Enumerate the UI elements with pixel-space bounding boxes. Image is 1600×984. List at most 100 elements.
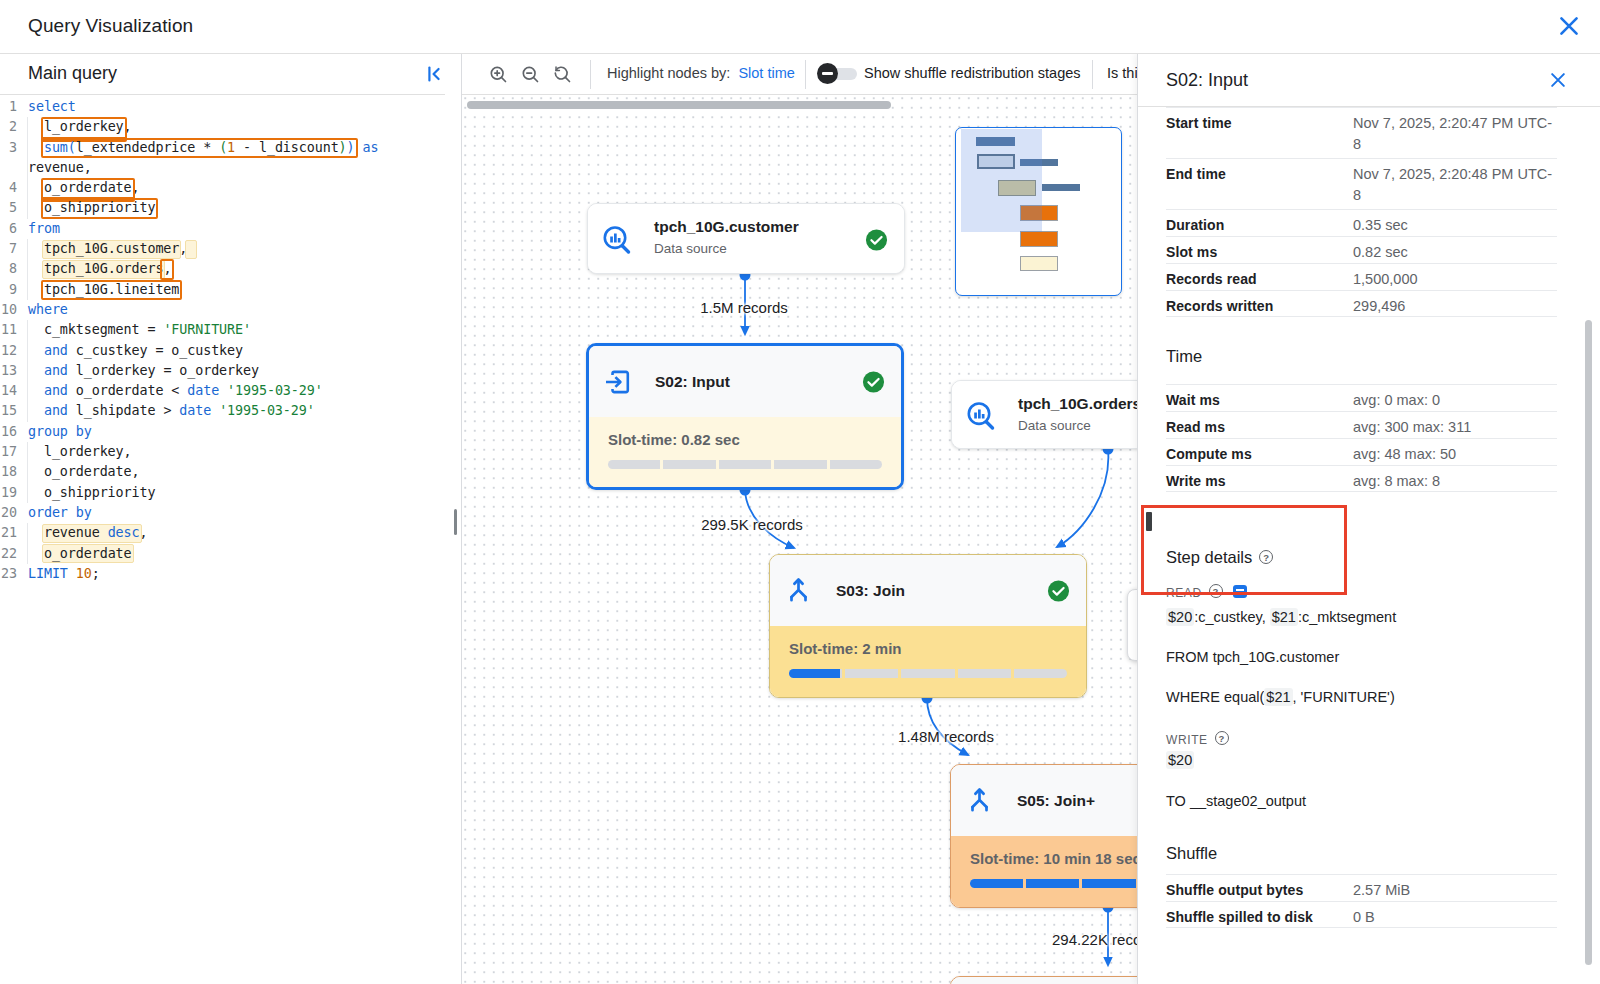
stat-value: 0 B: [1353, 902, 1557, 928]
highlight-box: tpch_10G.orders: [44, 259, 163, 279]
execution-graph-canvas[interactable]: 1.5M records299.5K records1.48M records2…: [462, 97, 1137, 984]
code-fragment: order by: [28, 505, 92, 520]
step-text: :c_mktsegment: [1298, 609, 1396, 625]
line-number: 6: [0, 219, 17, 239]
code-line: 19 o_shippriority: [0, 483, 452, 503]
line-number: 8: [0, 259, 17, 279]
toolbar-separator: [1092, 60, 1093, 89]
progress-segment: [830, 460, 882, 469]
zoom-in-icon[interactable]: [488, 64, 509, 85]
input-icon: [602, 366, 633, 397]
token: [28, 140, 44, 155]
code-scrollbar[interactable]: [454, 509, 457, 535]
shuffle-stages-toggle[interactable]: [817, 60, 857, 88]
node-title: S05: Join+: [1017, 792, 1095, 810]
feedback-question: Is this visualization helpful?: [1107, 65, 1137, 81]
graph-node-s02[interactable]: S02: Input Slot-time: 0.82 sec: [586, 343, 904, 490]
stat-label: Duration: [1166, 210, 1353, 236]
code-text: and l_orderkey = o_orderkey: [28, 363, 259, 378]
token: revenue: [44, 525, 108, 540]
slot-time-label: Slot-time: 0.82 sec: [608, 431, 740, 448]
token: where: [28, 302, 68, 317]
token: [195, 140, 203, 155]
stat-value: avg: 0 max: 0: [1353, 385, 1557, 411]
code-fragment: [28, 282, 44, 297]
graph-node-customer[interactable]: Data sourcetpch_10G.customer: [587, 203, 905, 274]
write-columns: $20: [1166, 752, 1194, 768]
code-text: sum(l_extendedprice * (1 - l_discount)) …: [28, 140, 378, 155]
stat-row: Records read1,500,000: [1166, 263, 1557, 290]
stage-details-body: Start timeNov 7, 2025, 2:20:47 PM UTC-8E…: [1138, 107, 1600, 984]
token: o_orderdate: [44, 546, 132, 561]
token: [211, 403, 219, 418]
line-number: 5: [0, 198, 17, 218]
token: l_discount: [259, 140, 339, 155]
highlight-box: revenue desc: [44, 523, 140, 543]
stat-value: avg: 300 max: 311: [1353, 412, 1557, 438]
collapse-panel-icon[interactable]: [423, 63, 445, 85]
token: select: [28, 99, 76, 114]
code-text: LIMIT 10;: [28, 566, 100, 581]
code-line: 20 order by: [0, 503, 452, 523]
highlight-nodes-label: Highlight nodes by: Slot time: [607, 65, 795, 81]
column-chip: $21: [1264, 688, 1292, 706]
stat-row: Records written299,496: [1166, 290, 1557, 317]
graph-node-s05[interactable]: S05: Join+ Slot-time: 10 min 18 sec: [950, 764, 1137, 908]
hidden-popup-fragment: [1127, 589, 1137, 661]
stat-label: Records written: [1166, 291, 1353, 317]
token: ,: [124, 119, 132, 134]
token: c_custkey: [68, 343, 156, 358]
code-text: tpch_10G.lineitem: [28, 282, 179, 297]
line-number: 20: [0, 503, 17, 523]
token: ;: [92, 566, 100, 581]
edge-record-count: 1.5M records: [700, 299, 788, 316]
code-line: 12 and c_custkey = o_custkey: [0, 341, 452, 361]
toolbar-separator: [590, 60, 591, 89]
token: o_orderdate: [44, 180, 132, 195]
code-line: 23LIMIT 10;: [0, 564, 452, 584]
close-details-icon[interactable]: [1548, 70, 1568, 90]
token: and: [44, 363, 68, 378]
close-icon[interactable]: [1556, 13, 1582, 39]
from-line: FROM tpch_10G.customer: [1166, 649, 1339, 665]
write-label-text: WRITE: [1166, 733, 1208, 747]
token: and: [44, 403, 68, 418]
zoom-out-icon[interactable]: [520, 64, 541, 85]
details-scrollbar[interactable]: [1585, 320, 1592, 965]
node-header: Data sourcetpch_10G.orders: [952, 381, 1137, 449]
progress-fill: [789, 669, 840, 678]
token: o_orderdate,: [28, 464, 139, 479]
node-body: Slot-time: 10 min 18 sec: [951, 836, 1137, 907]
node-body: Slot-time: 0.82 sec: [589, 417, 901, 487]
graph-minimap[interactable]: [955, 127, 1122, 296]
time-stats-table: Wait msavg: 0 max: 0Read msavg: 300 max:…: [1166, 384, 1557, 492]
token: order by: [28, 505, 92, 520]
code-fragment: and l_orderkey = o_orderkey: [28, 363, 259, 378]
progress-segment: [958, 669, 1011, 678]
line-number: 4: [0, 178, 17, 198]
progress-fill: [1082, 879, 1135, 888]
code-line: 6from: [0, 219, 452, 239]
minimap-viewport[interactable]: [961, 129, 1042, 232]
token: tpch_10G.lineitem: [44, 282, 179, 297]
reset-zoom-icon[interactable]: [552, 64, 573, 85]
graph-node-orders[interactable]: Data sourcetpch_10G.orders: [951, 380, 1137, 449]
panel-divider: [461, 54, 462, 984]
sql-code-editor[interactable]: 1select2 l_orderkey,3 sum(l_extendedpric…: [0, 97, 452, 584]
code-text: o_shippriority: [28, 485, 155, 500]
edge-record-count: 299.5K records: [701, 516, 803, 533]
code-text: group by: [28, 424, 92, 439]
stat-value: Nov 7, 2025, 2:20:47 PM UTC-8: [1353, 108, 1557, 155]
step-text: :c_custkey,: [1194, 609, 1269, 625]
code-line: 7 tpch_10G.customer,: [0, 239, 452, 259]
token: o_shippriority: [28, 485, 155, 500]
slot-progress-bar: [970, 879, 1137, 888]
node-header: S02: Input: [589, 346, 901, 417]
line-number: 7: [0, 239, 17, 259]
graph-node-s06[interactable]: [950, 976, 1137, 984]
slot-time-dropdown[interactable]: Slot time: [738, 65, 794, 81]
help-icon[interactable]: ?: [1215, 731, 1229, 745]
code-fragment: group by: [28, 424, 92, 439]
code-text: tpch_10G.customer,: [28, 241, 195, 256]
graph-node-s03[interactable]: S03: JoinSlot-time: 2 min: [769, 554, 1087, 698]
